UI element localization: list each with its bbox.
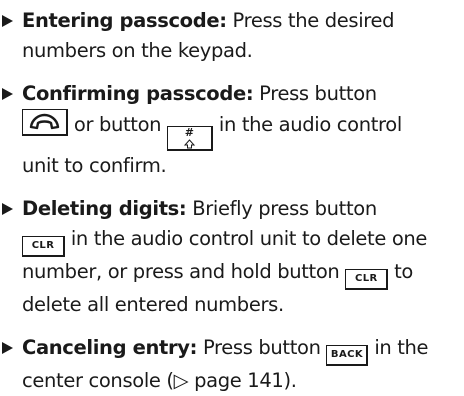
list-item-entering-passcode: Entering passcode: Press the desired num… xyxy=(0,6,464,65)
bullet-triangle-icon xyxy=(2,88,13,100)
bullet-triangle-icon xyxy=(2,15,13,27)
clr-label: CLR xyxy=(31,239,55,251)
clr-label: CLR xyxy=(354,272,378,284)
item-heading: Deleting digits: xyxy=(22,197,187,220)
item-text: in the audio control unit to delete one xyxy=(70,226,428,250)
item-heading: Canceling entry: xyxy=(22,336,198,359)
list-item-deleting-digits: Deleting digits: Briefly press button CL… xyxy=(0,194,464,319)
item-heading: Entering passcode: xyxy=(22,9,227,32)
item-text: Press the desired xyxy=(232,9,395,32)
clr-button-icon: CLR xyxy=(22,235,65,257)
item-text: Press button xyxy=(202,336,321,359)
phone-button-icon xyxy=(22,108,68,136)
item-text: delete all entered numbers. xyxy=(22,292,284,316)
bullet-triangle-icon xyxy=(2,203,13,215)
item-heading: Confirming passcode: xyxy=(22,82,254,105)
item-text: or button xyxy=(73,112,162,136)
item-text: in the xyxy=(374,336,429,359)
back-button-icon: BACK xyxy=(326,345,369,366)
phone-handset-icon xyxy=(29,113,60,129)
bullet-triangle-icon xyxy=(2,342,13,354)
item-text: in the audio control xyxy=(218,112,402,136)
item-text: unit to confirm. xyxy=(22,153,167,177)
item-text: number, or press and hold button xyxy=(22,259,340,283)
instruction-list: Entering passcode: Press the desired num… xyxy=(0,6,464,396)
hash-button-icon: # xyxy=(167,125,214,151)
item-text: center console (▷ page 141). xyxy=(22,369,297,392)
clr-button-icon: CLR xyxy=(345,268,389,290)
list-item-canceling-entry: Canceling entry: Press button BACK in th… xyxy=(0,333,464,396)
item-text: Briefly press button xyxy=(192,197,377,220)
item-text: to xyxy=(394,259,414,283)
up-arrow-icon xyxy=(183,138,196,148)
item-text: Press button xyxy=(259,82,377,105)
item-text: numbers on the keypad. xyxy=(22,38,253,62)
list-item-confirming-passcode: Confirming passcode: Press button or but… xyxy=(0,79,464,180)
hash-label: # xyxy=(184,125,195,139)
back-label: BACK xyxy=(330,349,363,360)
